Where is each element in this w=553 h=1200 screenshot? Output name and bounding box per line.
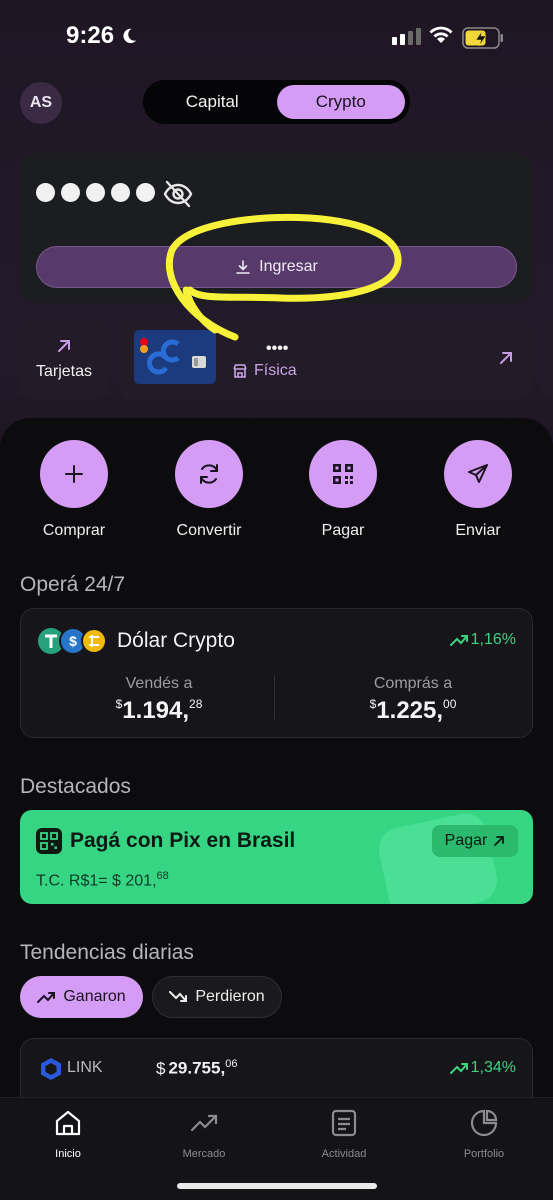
tab-market-label: Mercado — [182, 1148, 226, 1160]
balance-card: Ingresar — [20, 153, 532, 303]
cards-shortcut[interactable]: Tarjetas — [20, 318, 108, 400]
send-action[interactable]: Enviar — [418, 440, 538, 540]
convert-action[interactable]: Convertir — [149, 440, 269, 540]
pix-pay-label: Pagar — [444, 832, 488, 849]
cards-label: Tarjetas — [35, 363, 93, 380]
avatar[interactable]: AS — [20, 82, 62, 124]
download-icon — [236, 260, 250, 274]
buy-label: Comprar — [42, 522, 106, 539]
home-icon — [55, 1110, 81, 1136]
deposit-button[interactable]: Ingresar — [36, 246, 517, 288]
tab-capital[interactable]: Capital — [148, 85, 277, 119]
qr-icon — [309, 440, 377, 508]
masked-balance — [36, 183, 155, 202]
convert-icon — [175, 440, 243, 508]
moon-icon — [123, 28, 137, 44]
asset-change-value: 1,16% — [470, 631, 516, 648]
operate-title: Operá 24/7 — [20, 573, 126, 596]
svg-text:$: $ — [69, 633, 77, 649]
pix-exchange-rate: T.C. R$1= $ 201,68 — [36, 870, 169, 890]
table-row[interactable]: LINK $29.755,06 1,34% — [20, 1038, 533, 1098]
send-icon — [444, 440, 512, 508]
tab-home-label: Inicio — [55, 1148, 81, 1160]
tab-crypto[interactable]: Crypto — [276, 85, 405, 119]
chip-gainers[interactable]: Ganaron — [20, 976, 143, 1018]
tab-home[interactable]: Inicio — [18, 1108, 118, 1160]
qr-icon — [36, 828, 62, 854]
signal-icon — [392, 28, 421, 45]
arrow-up-right-icon — [500, 352, 512, 364]
pie-chart-icon — [470, 1109, 498, 1137]
physical-card-tile[interactable]: •••• Física — [118, 318, 532, 400]
send-label: Enviar — [455, 522, 501, 539]
sell-rate: Vendés a $1.194,28 — [59, 675, 259, 725]
battery-icon — [462, 27, 503, 49]
convert-label: Convertir — [176, 522, 242, 539]
pay-label: Pagar — [321, 522, 365, 539]
wifi-icon — [429, 26, 453, 43]
stablecoins-icon: $ — [38, 627, 107, 655]
arrow-up-right-icon — [494, 836, 505, 846]
sell-value: $1.194,28 — [115, 697, 203, 724]
ticker: LINK — [67, 1059, 103, 1076]
eye-off-icon[interactable] — [162, 179, 194, 209]
status-time: 9:26 — [66, 22, 138, 50]
clock-label: 9:26 — [66, 22, 115, 49]
chip-losers-label: Perdieron — [195, 988, 265, 1005]
next-card-tile[interactable] — [542, 318, 553, 400]
price-change: 1,34% — [449, 1059, 516, 1077]
tab-portfolio[interactable]: Portfolio — [434, 1108, 534, 1160]
divider — [274, 675, 275, 719]
activity-list-icon — [331, 1109, 357, 1137]
buy-action[interactable]: Comprar — [14, 440, 134, 540]
tab-activity-label: Actividad — [321, 1148, 367, 1160]
pix-pay-button[interactable]: Pagar — [432, 825, 518, 857]
card-type: Física — [232, 362, 297, 380]
store-icon — [233, 364, 247, 378]
trend-up-icon — [37, 992, 56, 1003]
pix-promo-card[interactable]: Pagá con Pix en Brasil T.C. R$1= $ 201,6… — [20, 810, 533, 904]
pix-title: Pagá con Pix en Brasil — [70, 829, 296, 852]
tab-portfolio-label: Portfolio — [463, 1148, 505, 1160]
chart-trend-icon — [190, 1114, 218, 1132]
chip-gainers-label: Ganaron — [63, 988, 126, 1005]
plus-icon — [40, 440, 108, 508]
price-change-value: 1,34% — [470, 1059, 516, 1076]
asset-name: Dólar Crypto — [117, 629, 235, 652]
featured-title: Destacados — [20, 775, 131, 798]
buy-value: $1.225,00 — [369, 697, 457, 724]
trends-title: Tendencias diarias — [20, 941, 194, 964]
card-digits: •••• — [266, 340, 289, 357]
card-image — [134, 330, 216, 384]
trend-down-icon — [169, 991, 188, 1002]
chip-losers[interactable]: Perdieron — [152, 976, 282, 1018]
arrow-up-right-icon — [58, 340, 70, 352]
home-indicator — [177, 1183, 377, 1189]
tab-activity[interactable]: Actividad — [294, 1108, 394, 1160]
buy-label: Comprás a — [373, 675, 453, 692]
buy-rate: Comprás a $1.225,00 — [313, 675, 513, 725]
chainlink-icon — [41, 1058, 61, 1080]
sell-label: Vendés a — [125, 675, 193, 692]
trend-up-icon — [449, 635, 468, 646]
mode-switch: Capital Crypto — [143, 80, 410, 124]
price: $29.755,06 — [156, 1058, 238, 1078]
trend-up-icon — [449, 1063, 468, 1074]
pay-action[interactable]: Pagar — [283, 440, 403, 540]
asset-change: 1,16% — [449, 631, 516, 649]
deposit-label: Ingresar — [259, 258, 318, 275]
status-bar: 9:26 — [0, 0, 553, 70]
dollar-crypto-card[interactable]: $ Dólar Crypto 1,16% Vendés a $1.194,28 … — [20, 608, 533, 738]
tab-market[interactable]: Mercado — [154, 1108, 254, 1160]
card-type-label: Física — [254, 362, 297, 379]
app-screen: 9:26 AS Capital Crypto Ingresar Tarjetas… — [0, 0, 553, 1200]
